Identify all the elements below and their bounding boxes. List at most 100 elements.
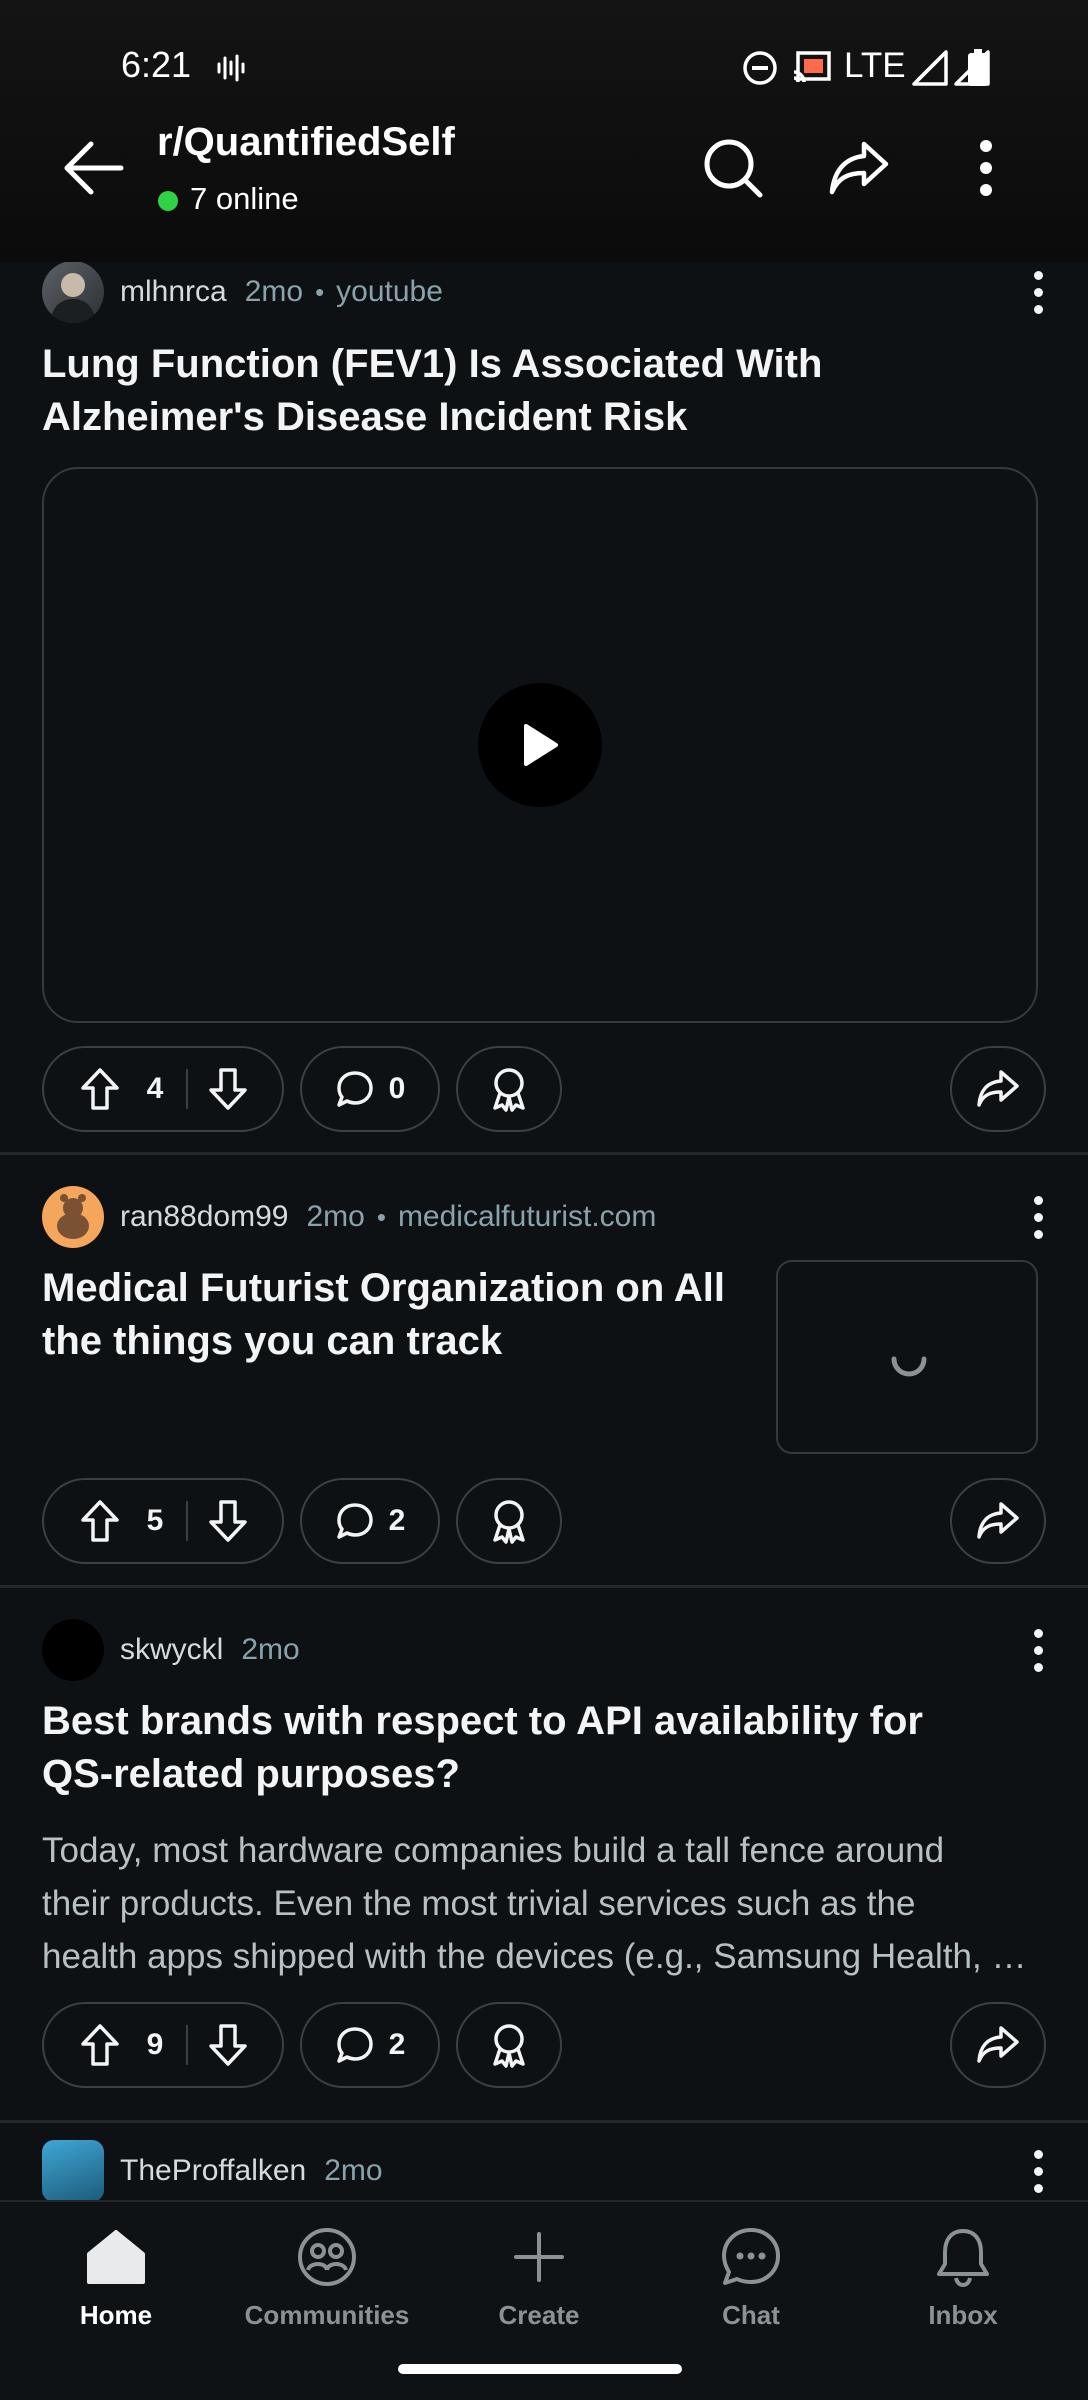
share-arrow-icon (977, 2026, 1019, 2063)
avatar[interactable] (42, 1619, 104, 1681)
comment-count: 0 (388, 1072, 406, 1105)
post-options-button[interactable] (1018, 1187, 1058, 1247)
post-card[interactable]: skwyckl 2mo Best brands with respect to … (0, 1588, 1088, 2120)
subreddit-title[interactable]: r/QuantifiedSelf (157, 120, 455, 165)
more-vertical-icon (980, 140, 992, 196)
nav-label: Chat (722, 2300, 780, 2330)
post-author-row: TheProffalken 2mo (42, 2139, 383, 2200)
loading-spinner-icon (891, 1356, 927, 1377)
vote-count: 4 (146, 1072, 164, 1105)
video-player[interactable] (42, 467, 1038, 1023)
home-icon-wrap (81, 2224, 151, 2290)
downvote-button[interactable] (196, 2015, 260, 2075)
post-title-line: QS-related purposes? (42, 1752, 460, 1796)
avatar[interactable] (42, 2140, 104, 2200)
comments-button[interactable]: 2 (300, 1478, 440, 1564)
nav-home[interactable]: Home (26, 2224, 206, 2331)
vote-control: 9 (42, 2002, 284, 2088)
share-button[interactable] (950, 2002, 1046, 2088)
nav-label: Create (498, 2300, 580, 2330)
upvote-button[interactable] (68, 1491, 132, 1551)
upvote-button[interactable] (68, 2015, 132, 2075)
post-source[interactable]: youtube (336, 275, 443, 309)
vote-control: 5 (42, 1478, 284, 1564)
post-card[interactable]: mlhnrca 2mo • youtube Lung Function (FEV… (0, 262, 1088, 1152)
downvote-arrow-icon (209, 2024, 247, 2066)
post-author[interactable]: skwyckl (120, 1633, 223, 1667)
post-age: 2mo (244, 275, 304, 308)
post-title-line: Best brands with respect to API availabi… (42, 1699, 923, 1743)
post-title-line: Medical Futurist Organization on All (42, 1266, 725, 1310)
vote-count: 9 (146, 2028, 164, 2061)
award-button[interactable] (456, 1478, 562, 1564)
share-button[interactable] (950, 1046, 1046, 1132)
gesture-bar[interactable] (398, 2364, 682, 2374)
search-button[interactable] (693, 128, 773, 208)
post-options-button[interactable] (1018, 1620, 1058, 1680)
online-indicator (158, 191, 178, 211)
top-bar: 6:21 LTE r/QuantifiedSelf 7 online (0, 0, 1088, 262)
vote-control: 4 (42, 1046, 284, 1132)
post-title[interactable]: Lung Function (FEV1) Is Associated With … (42, 338, 822, 444)
nav-chat[interactable]: Chat (661, 2224, 841, 2331)
post-card[interactable]: TheProffalken 2mo (0, 2123, 1088, 2200)
search-icon (704, 139, 763, 198)
comment-bubble-icon (336, 2027, 373, 2063)
post-body-line: Today, most hardware companies build a t… (42, 1831, 945, 1870)
post-options-button[interactable] (1018, 262, 1058, 322)
award-button[interactable] (456, 2002, 562, 2088)
post-author[interactable]: mlhnrca (120, 275, 227, 309)
chat-icon-wrap (716, 2224, 786, 2290)
avatar[interactable] (42, 262, 104, 323)
post-actions: 5 2 (42, 1478, 1046, 1564)
post-title[interactable]: Best brands with respect to API availabi… (42, 1695, 923, 1801)
post-author[interactable]: ran88dom99 (120, 1200, 288, 1234)
upvote-arrow-icon (81, 1068, 119, 1110)
nav-communities[interactable]: Communities (237, 2224, 417, 2331)
post-actions: 9 2 (42, 2002, 1046, 2088)
comments-button[interactable]: 2 (300, 2002, 440, 2088)
downvote-arrow-icon (209, 1500, 247, 1542)
post-body-line: health apps shipped with the devices (e.… (42, 1937, 1027, 1976)
upvote-button[interactable] (68, 1059, 132, 1119)
post-author[interactable]: TheProffalken (120, 2154, 306, 2188)
post-body-preview[interactable]: Today, most hardware companies build a t… (42, 1824, 1042, 1983)
post-title-line: the things you can track (42, 1319, 503, 1363)
vote-count: 5 (146, 1504, 164, 1537)
more-options-button[interactable] (946, 128, 1026, 208)
snoo-avatar-icon (57, 1194, 89, 1239)
share-subreddit-button[interactable] (819, 128, 899, 208)
downvote-button[interactable] (196, 1059, 260, 1119)
meta-separator: • (376, 1201, 386, 1232)
share-button[interactable] (950, 1478, 1046, 1564)
post-age: 2mo (306, 1200, 365, 1233)
downvote-button[interactable] (196, 1491, 260, 1551)
plus-icon (514, 2232, 564, 2282)
post-source[interactable]: medicalfuturist.com (398, 1200, 656, 1234)
post-feed[interactable]: mlhnrca 2mo • youtube Lung Function (FEV… (0, 262, 1088, 2200)
nav-create[interactable]: Create (449, 2224, 629, 2331)
nav-label: Communities (244, 2300, 410, 2330)
bell-icon (937, 2229, 989, 2288)
cast-icon (793, 51, 831, 83)
communities-icon (298, 2228, 356, 2286)
post-body-line: their products. Even the most trivial se… (42, 1884, 916, 1923)
avatar[interactable] (42, 1186, 104, 1248)
online-count: 7 online (190, 181, 299, 216)
post-options-button[interactable] (1018, 2141, 1058, 2200)
vote-divider (186, 1501, 188, 1541)
comment-bubble-icon (336, 1071, 373, 1107)
post-card[interactable]: ran88dom99 2mo • medicalfuturist.com Med… (0, 1155, 1088, 1585)
back-arrow-icon (64, 141, 124, 195)
back-button[interactable] (54, 128, 134, 208)
comment-count: 2 (388, 1504, 406, 1537)
post-title[interactable]: Medical Futurist Organization on All the… (42, 1262, 762, 1368)
play-button[interactable] (478, 683, 602, 807)
comments-button[interactable]: 0 (300, 1046, 440, 1132)
vote-divider (186, 1069, 188, 1109)
award-button[interactable] (456, 1046, 562, 1132)
link-thumbnail[interactable] (776, 1260, 1038, 1454)
nav-inbox[interactable]: Inbox (873, 2224, 1053, 2331)
post-author-row: skwyckl 2mo (42, 1618, 300, 1682)
meta-separator: • (315, 276, 325, 307)
